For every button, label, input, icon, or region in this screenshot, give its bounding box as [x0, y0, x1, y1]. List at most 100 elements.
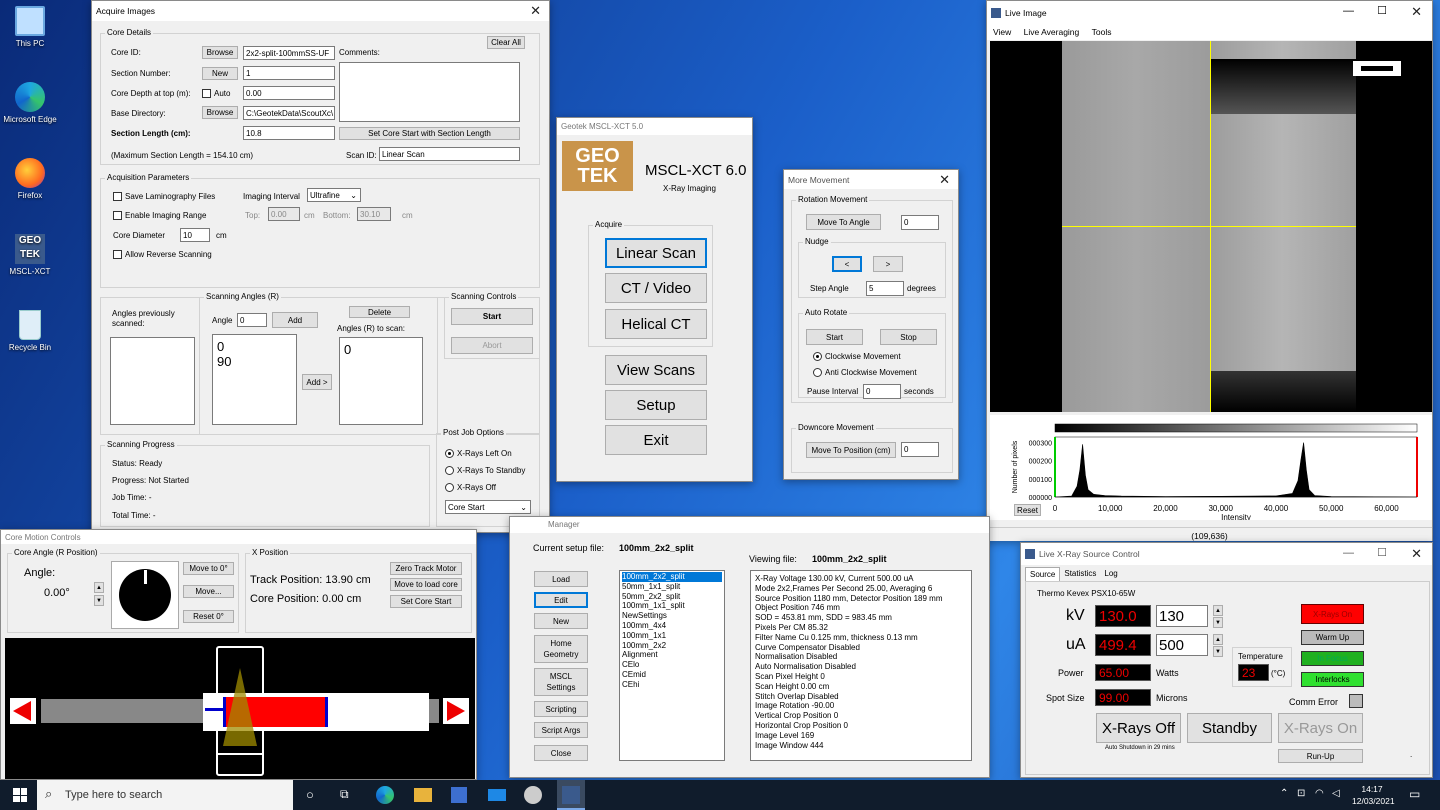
add-to-scan-button[interactable]: Add >	[302, 374, 332, 390]
scan-id-input[interactable]: Linear Scan	[379, 147, 520, 161]
clear-all-button[interactable]: Clear All	[487, 36, 525, 49]
abort-button[interactable]: Abort	[451, 337, 533, 354]
view-scans-button[interactable]: View Scans	[605, 355, 707, 385]
ua-down-button[interactable]: ▼	[1213, 646, 1223, 657]
list-item[interactable]: Alignment	[622, 650, 722, 660]
list-item[interactable]: 100mm_1x1_split	[622, 601, 722, 611]
new-button[interactable]: New	[534, 613, 588, 629]
mail-icon[interactable]	[488, 789, 506, 801]
close-icon[interactable]: ✕	[1411, 546, 1422, 562]
menu-view[interactable]: View	[993, 27, 1011, 37]
imaging-interval-select[interactable]: Ultrafine ⌄	[307, 188, 361, 202]
chevron-up-icon[interactable]: ⌃	[1280, 788, 1288, 799]
menu-live-averaging[interactable]: Live Averaging	[1024, 27, 1080, 37]
post-job-select[interactable]: Core Start ⌄	[445, 500, 531, 514]
helical-ct-button[interactable]: Helical CT	[605, 309, 707, 339]
clockwise-radio[interactable]: Clockwise Movement	[813, 352, 901, 362]
minimize-icon[interactable]: —	[1343, 547, 1354, 559]
nudge-left-button[interactable]: <	[832, 256, 862, 272]
anticlockwise-radio[interactable]: Anti Clockwise Movement	[813, 368, 917, 378]
set-core-start-section-button[interactable]: Set Core Start with Section Length	[339, 127, 520, 140]
angle-down-button[interactable]: ▼	[94, 595, 104, 606]
script-args-button[interactable]: Script Args	[534, 722, 588, 738]
section-length-input[interactable]: 10.8	[243, 126, 335, 140]
section-new-button[interactable]: New	[202, 67, 238, 80]
maximize-icon[interactable]: ☐	[1377, 4, 1387, 17]
setup-files-list[interactable]: 100mm_2x2_split 50mm_1x1_split 50mm_2x2_…	[619, 570, 725, 761]
this-pc-desktop-icon[interactable]: This PC	[0, 6, 60, 48]
recycle-bin-desktop-icon[interactable]: Recycle Bin	[0, 310, 60, 352]
mscl-settings-button[interactable]: MSCL Settings	[534, 668, 588, 696]
allow-reverse-checkbox[interactable]: Allow Reverse Scanning	[113, 250, 212, 260]
home-geometry-button[interactable]: Home Geometry	[534, 635, 588, 663]
list-item[interactable]: 100mm_2x2	[622, 641, 722, 651]
core-id-browse-button[interactable]: Browse	[202, 46, 238, 59]
list-item[interactable]: 90	[217, 354, 292, 369]
histogram-reset-button[interactable]: Reset	[1014, 504, 1041, 516]
close-icon[interactable]: ✕	[1411, 4, 1422, 20]
angle-up-button[interactable]: ▲	[94, 582, 104, 593]
bottom-input[interactable]: 30.10	[357, 207, 391, 221]
list-item[interactable]: CElo	[622, 660, 722, 670]
auto-checkbox[interactable]: Auto	[202, 89, 230, 99]
list-item[interactable]: 100mm_4x4	[622, 621, 722, 631]
core-id-input[interactable]: 2x2-split-100mmSS-UF	[243, 46, 335, 60]
comments-textarea[interactable]	[339, 62, 520, 122]
xrays-off-button[interactable]: X-Rays Off	[1096, 713, 1181, 743]
section-number-input[interactable]: 1	[243, 66, 335, 80]
list-item[interactable]: 100mm_1x1	[622, 631, 722, 641]
tab-statistics[interactable]: Statistics	[1060, 567, 1100, 581]
xrays-off-radio[interactable]: X-Rays Off	[445, 483, 496, 493]
mscl-xct-desktop-icon[interactable]: GEO TEK MSCL-XCT	[0, 234, 60, 276]
reset-0-button[interactable]: Reset 0°	[183, 610, 234, 623]
move-to-position-button[interactable]: Move To Position (cm)	[806, 442, 896, 458]
windows-start-icon[interactable]	[13, 788, 27, 802]
standby-button[interactable]: Standby	[1187, 713, 1272, 743]
top-input[interactable]: 0.00	[268, 207, 300, 221]
move-to-angle-button[interactable]: Move To Angle	[806, 214, 881, 230]
zero-track-motor-button[interactable]: Zero Track Motor	[390, 562, 462, 575]
enable-imaging-range-checkbox[interactable]: Enable Imaging Range	[113, 211, 206, 221]
base-dir-browse-button[interactable]: Browse	[202, 106, 238, 119]
edge-desktop-icon[interactable]: Microsoft Edge	[0, 82, 60, 124]
list-item[interactable]: 50mm_1x1_split	[622, 582, 722, 592]
notifications-icon[interactable]: ▭	[1409, 787, 1420, 801]
move-angle-input[interactable]: 0	[901, 215, 939, 230]
load-button[interactable]: Load	[534, 571, 588, 587]
position-input[interactable]: 0	[901, 442, 939, 457]
settings-taskbar-icon[interactable]	[524, 786, 542, 804]
set-core-start-button[interactable]: Set Core Start	[390, 595, 462, 608]
xrays-standby-radio[interactable]: X-Rays To Standby	[445, 466, 525, 476]
ua-setpoint-input[interactable]: 500	[1156, 634, 1208, 656]
taskbar-search-box[interactable]: ⌕ Type here to search	[37, 780, 293, 810]
network-icon[interactable]: ⊡	[1297, 788, 1305, 799]
close-icon[interactable]: ✕	[939, 172, 950, 188]
angle-input[interactable]: 0	[237, 313, 267, 327]
kv-setpoint-input[interactable]: 130	[1156, 605, 1208, 627]
menu-tools[interactable]: Tools	[1092, 27, 1112, 37]
move-to-0-button[interactable]: Move to 0°	[183, 562, 234, 575]
close-icon[interactable]: ✕	[530, 3, 541, 19]
list-item[interactable]: CEmid	[622, 670, 722, 680]
list-item[interactable]: CEhi	[622, 680, 722, 690]
list-item[interactable]: 50mm_2x2_split	[622, 592, 722, 602]
angles-to-scan-list[interactable]: 0	[339, 337, 423, 425]
run-up-button[interactable]: Run-Up	[1278, 749, 1363, 763]
list-item[interactable]: 100mm_2x2_split	[622, 572, 722, 582]
wifi-icon[interactable]: ◠	[1315, 788, 1324, 799]
exit-button[interactable]: Exit	[605, 425, 707, 455]
pause-interval-input[interactable]: 0	[863, 384, 901, 399]
angles-previous-list[interactable]	[110, 337, 195, 425]
scripting-button[interactable]: Scripting	[534, 701, 588, 717]
file-explorer-icon[interactable]	[414, 788, 432, 802]
start-scan-button[interactable]: Start	[451, 308, 533, 325]
base-directory-input[interactable]: C:\GeotekData\ScoutXc\	[243, 106, 335, 120]
angles-list[interactable]: 0 90	[212, 334, 297, 425]
close-button[interactable]: Close	[534, 745, 588, 761]
maximize-icon[interactable]: ☐	[1377, 546, 1387, 559]
core-depth-input[interactable]: 0.00	[243, 86, 335, 100]
move-button[interactable]: Move...	[183, 585, 234, 598]
add-angle-button[interactable]: Add	[272, 312, 318, 328]
tab-source[interactable]: Source	[1025, 567, 1061, 581]
auto-rotate-stop-button[interactable]: Stop	[880, 329, 937, 345]
